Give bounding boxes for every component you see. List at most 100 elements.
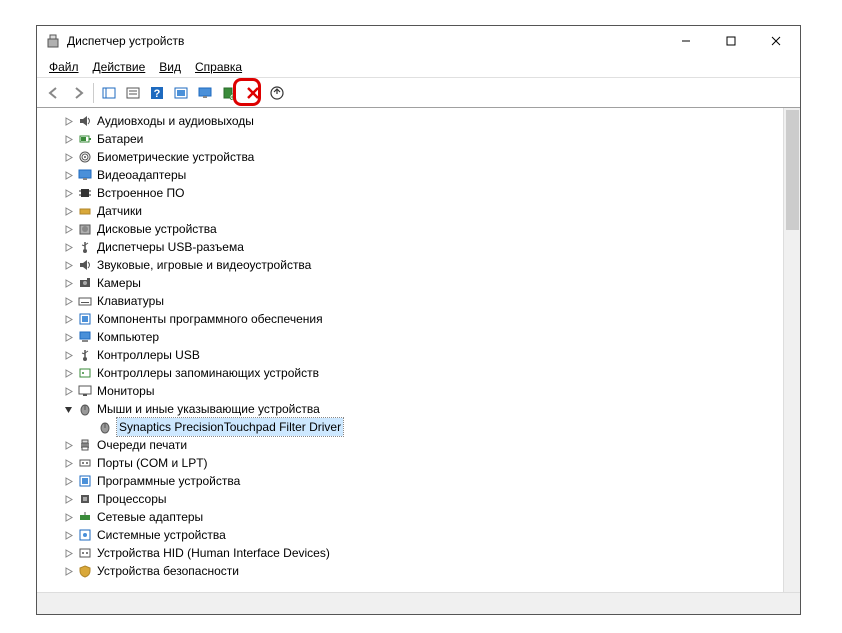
monitor-button[interactable]: [194, 82, 216, 104]
tree-node[interactable]: Видеоадаптеры: [61, 166, 783, 184]
scan-hardware-button[interactable]: [170, 82, 192, 104]
tree-node[interactable]: Порты (COM и LPT): [61, 454, 783, 472]
usb-icon: [77, 239, 93, 255]
tree-node[interactable]: Звуковые, игровые и видеоустройства: [61, 256, 783, 274]
uninstall-button[interactable]: [266, 82, 288, 104]
tree-node[interactable]: Датчики: [61, 202, 783, 220]
chevron-right-icon[interactable]: [61, 366, 75, 380]
tree-node[interactable]: Биометрические устройства: [61, 148, 783, 166]
tree-node[interactable]: Системные устройства: [61, 526, 783, 544]
chevron-right-icon[interactable]: [61, 510, 75, 524]
menu-view[interactable]: Вид: [153, 58, 187, 76]
tree-node-child[interactable]: Synaptics PrecisionTouchpad Filter Drive…: [61, 418, 783, 436]
tree-node-label: Устройства HID (Human Interface Devices): [97, 544, 330, 562]
tree-node[interactable]: Контроллеры USB: [61, 346, 783, 364]
chevron-right-icon[interactable]: [61, 222, 75, 236]
tree-node[interactable]: Встроенное ПО: [61, 184, 783, 202]
tree-node-label: Контроллеры USB: [97, 346, 200, 364]
tree-node-label: Батареи: [97, 130, 143, 148]
security-icon: [77, 563, 93, 579]
tree-node-label: Аудиовходы и аудиовыходы: [97, 112, 254, 130]
properties-button[interactable]: [122, 82, 144, 104]
keyboard-icon: [77, 293, 93, 309]
tree-node[interactable]: Устройства HID (Human Interface Devices): [61, 544, 783, 562]
chevron-right-icon[interactable]: [61, 186, 75, 200]
software-icon: [77, 311, 93, 327]
monitor-icon: [77, 383, 93, 399]
tree-node-label: Мониторы: [97, 382, 154, 400]
chevron-right-icon[interactable]: [61, 168, 75, 182]
chevron-right-icon[interactable]: [61, 258, 75, 272]
chevron-right-icon[interactable]: [61, 564, 75, 578]
speaker-icon: [77, 113, 93, 129]
titlebar: Диспетчер устройств: [37, 26, 800, 56]
tree-node[interactable]: Дисковые устройства: [61, 220, 783, 238]
show-hide-button[interactable]: [98, 82, 120, 104]
chevron-right-icon[interactable]: [61, 312, 75, 326]
toolbar-separator: [93, 83, 94, 103]
printer-icon: [77, 437, 93, 453]
close-button[interactable]: [753, 27, 798, 56]
window-title: Диспетчер устройств: [67, 34, 663, 48]
tree-node[interactable]: Аудиовходы и аудиовыходы: [61, 112, 783, 130]
tree-node[interactable]: Батареи: [61, 130, 783, 148]
tree-node[interactable]: Процессоры: [61, 490, 783, 508]
forward-button[interactable]: [67, 82, 89, 104]
chevron-right-icon[interactable]: [61, 150, 75, 164]
fingerprint-icon: [77, 149, 93, 165]
tree-node[interactable]: Компьютер: [61, 328, 783, 346]
tree-node-label: Биометрические устройства: [97, 148, 254, 166]
chevron-down-icon[interactable]: [61, 402, 75, 416]
tree-node[interactable]: Камеры: [61, 274, 783, 292]
device-manager-window: Диспетчер устройств Файл Действие Вид Сп…: [36, 25, 801, 615]
update-driver-button[interactable]: [218, 82, 240, 104]
tree-node[interactable]: Мониторы: [61, 382, 783, 400]
chevron-right-icon[interactable]: [61, 132, 75, 146]
chevron-right-icon[interactable]: [61, 384, 75, 398]
tree-node[interactable]: Сетевые адаптеры: [61, 508, 783, 526]
tree-node-label: Диспетчеры USB-разъема: [97, 238, 244, 256]
camera-icon: [77, 275, 93, 291]
chevron-right-icon[interactable]: [61, 348, 75, 362]
chevron-right-icon[interactable]: [61, 330, 75, 344]
mouse-icon: [77, 401, 93, 417]
tree-node[interactable]: Очереди печати: [61, 436, 783, 454]
chevron-right-icon[interactable]: [61, 276, 75, 290]
help-button[interactable]: ?: [146, 82, 168, 104]
tree-node[interactable]: Контроллеры запоминающих устройств: [61, 364, 783, 382]
menu-file[interactable]: Файл: [43, 58, 85, 76]
device-tree[interactable]: Аудиовходы и аудиовыходыБатареиБиометрич…: [37, 108, 783, 592]
tree-node-label: Программные устройства: [97, 472, 240, 490]
chevron-right-icon[interactable]: [61, 294, 75, 308]
tree-node-label: Сетевые адаптеры: [97, 508, 203, 526]
maximize-button[interactable]: [708, 27, 753, 56]
tree-node[interactable]: Диспетчеры USB-разъема: [61, 238, 783, 256]
hdd-icon: [77, 221, 93, 237]
content-area: Аудиовходы и аудиовыходыБатареиБиометрич…: [37, 108, 800, 592]
tree-node[interactable]: Мыши и иные указывающие устройства: [61, 400, 783, 418]
chevron-right-icon[interactable]: [61, 546, 75, 560]
tree-node-label: Контроллеры запоминающих устройств: [97, 364, 319, 382]
tree-node[interactable]: Устройства безопасности: [61, 562, 783, 580]
chevron-right-icon[interactable]: [61, 114, 75, 128]
tree-node[interactable]: Программные устройства: [61, 472, 783, 490]
chevron-right-icon[interactable]: [61, 474, 75, 488]
chevron-right-icon[interactable]: [61, 438, 75, 452]
menu-help[interactable]: Справка: [189, 58, 248, 76]
chevron-right-icon[interactable]: [61, 240, 75, 254]
back-button[interactable]: [43, 82, 65, 104]
minimize-button[interactable]: [663, 27, 708, 56]
scroll-thumb[interactable]: [786, 110, 799, 230]
menu-action[interactable]: Действие: [87, 58, 152, 76]
remove-device-button[interactable]: [242, 82, 264, 104]
chevron-right-icon[interactable]: [61, 528, 75, 542]
tree-node[interactable]: Компоненты программного обеспечения: [61, 310, 783, 328]
tree-node-label: Устройства безопасности: [97, 562, 239, 580]
chevron-right-icon[interactable]: [61, 492, 75, 506]
battery-icon: [77, 131, 93, 147]
chevron-right-icon[interactable]: [61, 204, 75, 218]
chevron-right-icon[interactable]: [61, 456, 75, 470]
vertical-scrollbar[interactable]: [783, 108, 800, 592]
svg-text:?: ?: [154, 88, 161, 100]
tree-node[interactable]: Клавиатуры: [61, 292, 783, 310]
